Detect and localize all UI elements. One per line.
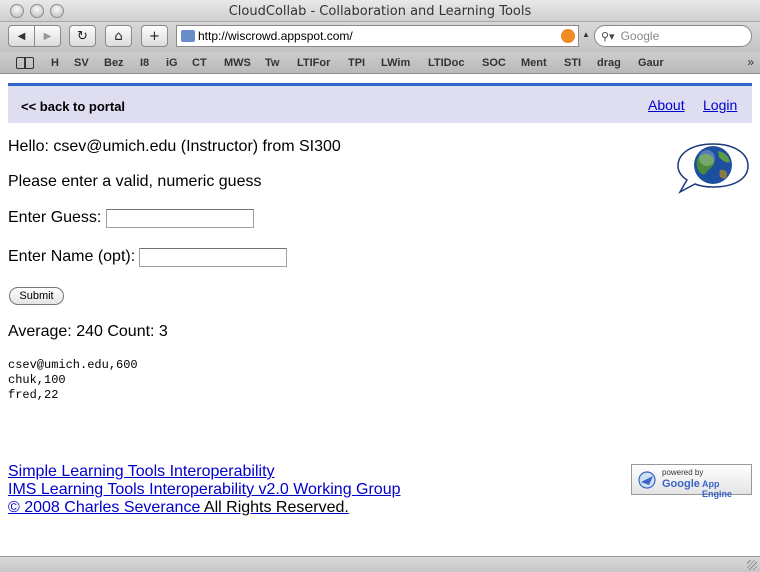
bookmark-item[interactable]: Ment [521, 57, 547, 69]
badge-powered-text: powered by [662, 468, 704, 477]
stats-text: Average: 240 Count: 3 [8, 323, 168, 340]
page-content: << back to portal About Login Hello: cse… [0, 75, 760, 556]
greeting-text: Hello: csev@umich.edu (Instructor) from … [8, 138, 341, 155]
window-titlebar: CloudCollab - Collaboration and Learning… [0, 0, 760, 22]
app-engine-badge[interactable]: powered by Google App Engine [631, 464, 752, 499]
bookmark-item[interactable]: iG [166, 57, 178, 69]
bookmark-item[interactable]: SV [74, 57, 89, 69]
name-input[interactable] [139, 248, 287, 267]
search-field[interactable]: ⚲▾ Google [594, 25, 752, 47]
bookmark-item[interactable]: LWim [381, 57, 410, 69]
bookmark-item[interactable]: MWS [224, 57, 251, 69]
bookmark-item[interactable]: I8 [140, 57, 149, 69]
rights-text: All Rights Reserved. [200, 499, 349, 516]
login-link[interactable]: Login [703, 97, 737, 113]
name-label: Enter Name (opt): [8, 248, 136, 265]
bookmark-item[interactable]: CT [192, 57, 207, 69]
bookmarks-bar: H SV Bez I8 iG CT MWS Tw LTIFor TPI LWim… [0, 52, 760, 74]
app-engine-icon [638, 471, 656, 489]
guess-label: Enter Guess: [8, 209, 102, 226]
bookmark-item[interactable]: TPI [348, 57, 365, 69]
globe-speech-bubble-icon [677, 143, 749, 194]
favicon-icon [181, 30, 195, 42]
search-icon[interactable]: ⚲▾ [601, 30, 615, 43]
validation-message: Please enter a valid, numeric guess [8, 173, 262, 190]
about-link[interactable]: About [648, 97, 685, 113]
back-to-portal-link[interactable]: << back to portal [21, 99, 125, 114]
window-title: CloudCollab - Collaboration and Learning… [228, 4, 532, 19]
forward-arrow-icon[interactable]: ▶ [34, 26, 60, 46]
resize-grip-icon[interactable] [747, 560, 757, 570]
back-forward-group: ◀ ▶ [8, 25, 61, 47]
guess-list: csev@umich.edu,600 chuk,100 fred,22 [8, 358, 138, 403]
badge-appengine-text: App Engine [702, 479, 733, 499]
address-dropdown-icon[interactable]: ▲ [582, 30, 590, 39]
plus-icon[interactable]: + [141, 25, 168, 47]
ims-lti-link[interactable]: IMS Learning Tools Interoperability v2.0… [8, 481, 401, 499]
status-bar [0, 556, 760, 572]
browser-toolbar: ◀ ▶ ↻ ⌂ + http://wiscrowd.appspot.com/ ▲… [0, 22, 760, 52]
bookmark-item[interactable]: Gaur [638, 57, 664, 69]
copyright-line: © 2008 Charles Severance All Rights Rese… [8, 499, 349, 517]
bookmark-item[interactable]: drag [597, 57, 621, 69]
submit-button[interactable]: Submit [9, 287, 64, 305]
bookmarks-book-icon[interactable] [16, 57, 34, 69]
list-item: chuk,100 [8, 373, 66, 387]
list-item: csev@umich.edu,600 [8, 358, 138, 372]
home-icon[interactable]: ⌂ [105, 25, 132, 47]
back-arrow-icon[interactable]: ◀ [9, 26, 34, 46]
copyright-link[interactable]: © 2008 Charles Severance [8, 499, 200, 516]
address-text[interactable]: http://wiscrowd.appspot.com/ [198, 29, 353, 43]
bookmark-item[interactable]: LTIFor [297, 57, 330, 69]
bookmark-item[interactable]: STI [564, 57, 581, 69]
simple-lti-link[interactable]: Simple Learning Tools Interoperability [8, 463, 275, 481]
rss-icon[interactable] [561, 29, 575, 43]
address-bar[interactable]: http://wiscrowd.appspot.com/ [176, 25, 579, 47]
portal-header: << back to portal About Login [8, 83, 752, 123]
guess-input[interactable] [106, 209, 254, 228]
bookmark-item[interactable]: Tw [265, 57, 279, 69]
search-placeholder: Google [620, 29, 660, 43]
bookmark-item[interactable]: H [51, 57, 59, 69]
bookmark-item[interactable]: SOC [482, 57, 506, 69]
list-item: fred,22 [8, 388, 59, 402]
more-bookmarks-icon[interactable]: » [747, 55, 754, 69]
reload-icon[interactable]: ↻ [69, 25, 96, 47]
bookmark-item[interactable]: Bez [104, 57, 124, 69]
bookmark-item[interactable]: LTIDoc [428, 57, 464, 69]
badge-google-text: Google [662, 478, 700, 490]
